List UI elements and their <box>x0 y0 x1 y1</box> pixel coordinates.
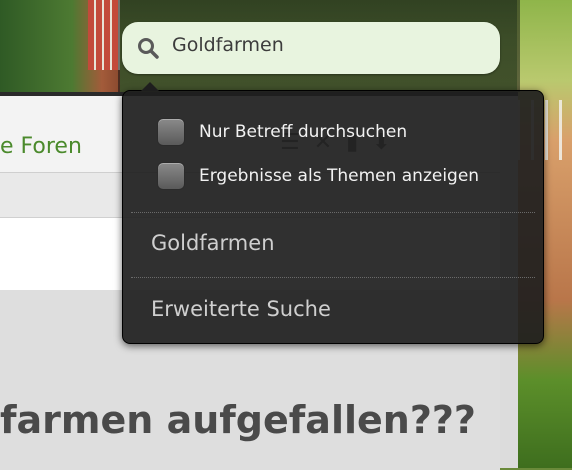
checkbox-icon[interactable] <box>157 162 185 190</box>
recent-search-item[interactable]: Goldfarmen <box>151 231 275 255</box>
search-icon <box>138 38 159 59</box>
advanced-search-link[interactable]: Erweiterte Suche <box>151 297 331 321</box>
checkbox-icon[interactable] <box>157 118 185 146</box>
divider <box>131 212 535 213</box>
search-box[interactable]: Goldfarmen <box>122 22 500 74</box>
option-subject-only[interactable]: Nur Betreff durchsuchen <box>157 117 407 147</box>
search-input[interactable]: Goldfarmen <box>172 34 284 56</box>
thread-title: farmen aufgefallen??? <box>0 398 476 442</box>
forums-link[interactable]: e Foren <box>0 134 82 159</box>
divider <box>131 277 535 278</box>
option-show-as-threads[interactable]: Ergebnisse als Themen anzeigen <box>157 161 479 191</box>
option-label: Nur Betreff durchsuchen <box>199 122 408 142</box>
search-dropdown: Nur Betreff durchsuchen Ergebnisse als T… <box>122 82 544 344</box>
dropdown-notch <box>141 82 159 91</box>
option-label: Ergebnisse als Themen anzeigen <box>199 166 480 186</box>
